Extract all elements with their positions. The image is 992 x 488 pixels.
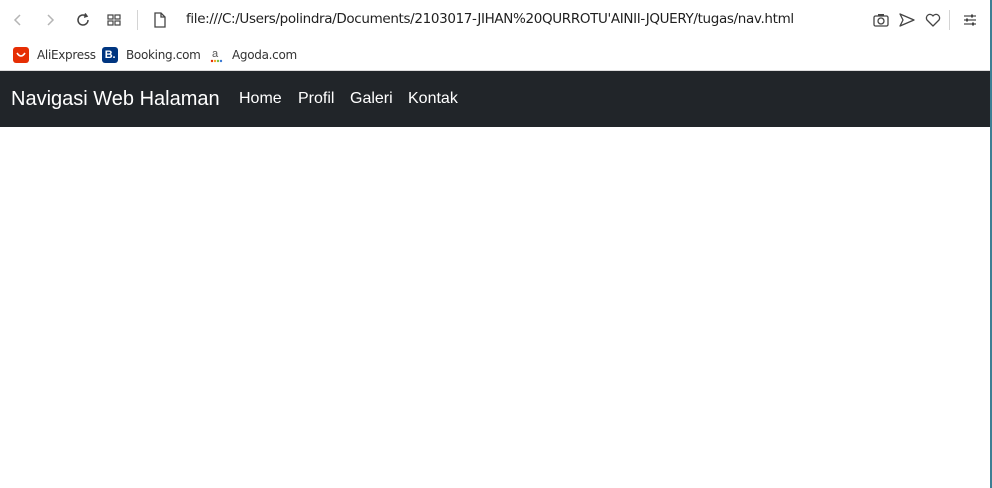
svg-text:a: a bbox=[212, 48, 219, 60]
bookmark-agoda[interactable]: a Agoda.com bbox=[208, 45, 297, 65]
heart-icon[interactable] bbox=[921, 8, 945, 32]
camera-icon[interactable] bbox=[869, 8, 893, 32]
bookmark-booking[interactable]: B. Booking.com bbox=[102, 45, 201, 65]
settings-icon[interactable] bbox=[958, 8, 982, 32]
bookmark-label: AliExpress bbox=[37, 48, 96, 62]
nav-link-home[interactable]: Home bbox=[239, 90, 282, 108]
forward-icon[interactable] bbox=[38, 8, 62, 32]
tabs-grid-icon[interactable] bbox=[102, 8, 126, 32]
address-bar[interactable]: file:///C:/Users/polindra/Documents/2103… bbox=[186, 11, 794, 27]
agoda-icon: a bbox=[208, 47, 224, 63]
send-icon[interactable] bbox=[895, 8, 919, 32]
bookmarks-bar: AliExpress B. Booking.com a Agoda.com bbox=[0, 40, 990, 71]
aliexpress-icon bbox=[13, 47, 29, 63]
navbar-brand[interactable]: Navigasi Web Halaman bbox=[11, 88, 220, 111]
browser-toolbar: file:///C:/Users/polindra/Documents/2103… bbox=[0, 0, 990, 40]
bookmark-aliexpress[interactable]: AliExpress bbox=[13, 45, 96, 65]
site-navbar: Navigasi Web Halaman Home Profil Galeri … bbox=[0, 71, 990, 127]
reload-icon[interactable] bbox=[71, 8, 95, 32]
toolbar-divider bbox=[949, 10, 950, 30]
nav-link-kontak[interactable]: Kontak bbox=[408, 90, 458, 108]
bookmark-label: Booking.com bbox=[126, 48, 201, 62]
nav-link-profil[interactable]: Profil bbox=[298, 90, 334, 108]
nav-link-galeri[interactable]: Galeri bbox=[350, 90, 393, 108]
bookmark-label: Agoda.com bbox=[232, 48, 297, 62]
toolbar-divider bbox=[137, 10, 138, 30]
back-icon[interactable] bbox=[6, 8, 30, 32]
page-icon bbox=[148, 8, 172, 32]
booking-icon: B. bbox=[102, 47, 118, 63]
